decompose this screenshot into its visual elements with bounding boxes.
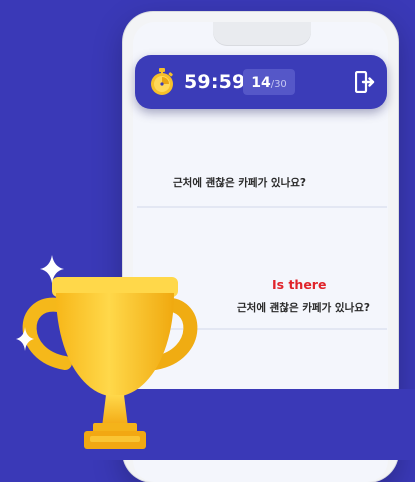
trophy-icon: [16, 255, 198, 449]
answer-english: Is there: [272, 277, 327, 292]
phone-notch: [213, 22, 311, 46]
counter-total: 30: [274, 79, 287, 90]
question-text: 근처에 괜찮은 카페가 있나요?: [173, 177, 306, 189]
counter-current: 14: [251, 75, 271, 91]
exit-icon[interactable]: [355, 71, 375, 93]
question-counter: 14/30: [243, 69, 295, 95]
row-divider: [137, 206, 387, 208]
timer-display: 59:59: [184, 71, 246, 93]
stopwatch-icon: [151, 68, 173, 95]
quiz-header: 59:59 14/30: [135, 55, 387, 109]
answer-korean: 근처에 괜찮은 카페가 있나요?: [237, 302, 370, 314]
